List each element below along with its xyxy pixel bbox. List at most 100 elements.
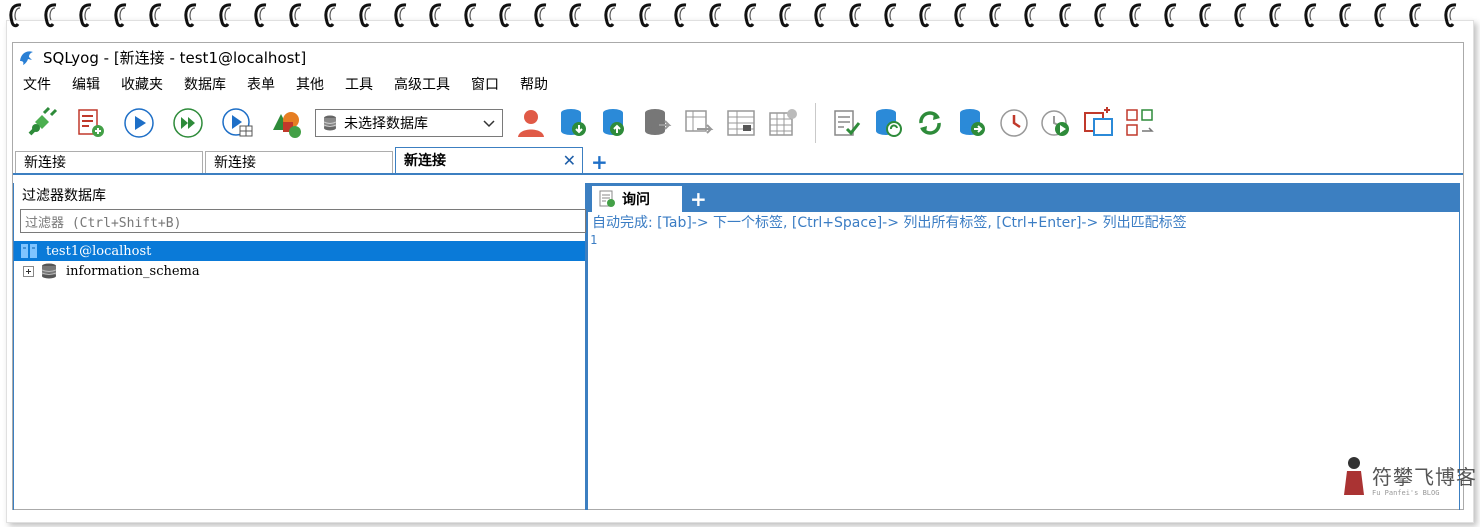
toolbar: 未选择数据库 — [13, 97, 1463, 149]
table-grid-icon — [727, 110, 755, 136]
close-icon[interactable]: ✕ — [563, 148, 576, 174]
database-select[interactable]: 未选择数据库 — [315, 109, 503, 137]
add-query-tab-icon[interactable]: + — [690, 186, 707, 212]
menu-advanced-tools[interactable]: 高级工具 — [394, 74, 450, 94]
spiral-ring-icon — [630, 0, 665, 34]
spiral-ring-icon — [1015, 0, 1050, 34]
execute-all-queries-button[interactable] — [166, 101, 210, 145]
database-sync-icon — [876, 109, 902, 137]
tree-item-label: test1@localhost — [46, 243, 152, 259]
spiral-ring-icon — [385, 0, 420, 34]
table-data-button[interactable] — [721, 101, 761, 145]
execute-query-button[interactable] — [117, 101, 161, 145]
spiral-ring-icon — [105, 0, 140, 34]
spiral-ring-icon — [1085, 0, 1120, 34]
screenshot-page: SQLyog - [新连接 - test1@localhost] 文件 编辑 收… — [0, 0, 1480, 527]
spiral-ring-icon — [525, 0, 560, 34]
refresh-button[interactable] — [910, 101, 950, 145]
execute-and-edit-button[interactable] — [215, 101, 259, 145]
database-select-value: 未选择数据库 — [344, 116, 428, 132]
spiral-ring-icon — [0, 0, 35, 34]
spiral-ring-icon — [1295, 0, 1330, 34]
compare-icon — [1126, 109, 1154, 136]
spiral-ring-icon — [1050, 0, 1085, 34]
tree-item-connection[interactable]: test1@localhost — [14, 241, 585, 261]
scheduled-jobs-button[interactable] — [994, 101, 1034, 145]
menu-favorites[interactable]: 收藏夹 — [121, 74, 163, 94]
query-document-icon — [599, 190, 615, 207]
filter-placeholder: 过滤器 (Ctrl+Shift+B) — [25, 215, 182, 231]
table-export-icon — [685, 110, 714, 134]
clock-icon — [1000, 109, 1028, 137]
spiral-ring-icon — [1365, 0, 1400, 34]
menu-database[interactable]: 数据库 — [184, 74, 226, 94]
spiral-ring-icon — [875, 0, 910, 34]
restore-database-button[interactable] — [595, 101, 635, 145]
menu-edit[interactable]: 编辑 — [72, 74, 100, 94]
spiral-ring-icon — [980, 0, 1015, 34]
document-check-icon — [834, 110, 861, 136]
spiral-ring-icon — [35, 0, 70, 34]
filter-databases-input[interactable]: 过滤器 (Ctrl+Shift+B) — [20, 209, 586, 233]
spiral-ring-icon — [1190, 0, 1225, 34]
table-diagnostics-button[interactable] — [763, 101, 803, 145]
editor-line-number: 1 — [590, 233, 598, 247]
schema-designer-button[interactable] — [264, 101, 308, 145]
spiral-ring-icon — [1120, 0, 1155, 34]
menu-tools[interactable]: 工具 — [345, 74, 373, 94]
spiral-ring-icon — [700, 0, 735, 34]
menu-help[interactable]: 帮助 — [520, 74, 548, 94]
user-icon — [518, 110, 544, 137]
connection-tab-3-active[interactable]: 新连接 ✕ — [395, 147, 583, 173]
spiral-ring-icon — [560, 0, 595, 34]
menu-window[interactable]: 窗口 — [471, 74, 499, 94]
spiral-ring-icon — [175, 0, 210, 34]
spiral-ring-icon — [945, 0, 980, 34]
object-browser: 过滤器数据库 过滤器 (Ctrl+Shift+B) test1@localhos… — [13, 183, 588, 510]
watermark-subtitle: Fu Panfei's BLOG — [1372, 489, 1440, 497]
schema-sync-button[interactable] — [1120, 101, 1160, 145]
database-import-icon — [960, 109, 985, 136]
spiral-ring-icon — [1400, 0, 1435, 34]
play-icon — [124, 108, 154, 138]
query-tab[interactable]: 询问 — [592, 186, 682, 212]
add-connection-tab-icon[interactable]: + — [591, 151, 608, 173]
spiral-ring-icon — [140, 0, 175, 34]
connection-tab-label: 新连接 — [404, 153, 446, 169]
new-query-editor-button[interactable] — [68, 101, 112, 145]
window-layout-button[interactable] — [1078, 101, 1118, 145]
spiral-ring-icon — [735, 0, 770, 34]
fast-forward-icon — [173, 108, 203, 138]
connection-tab-label: 新连接 — [214, 155, 256, 171]
toolbar-separator — [815, 103, 816, 143]
schedule-execute-button[interactable] — [1036, 101, 1076, 145]
dolphin-logo-icon — [20, 51, 33, 65]
spiral-ring-icon — [490, 0, 525, 34]
connection-tab-1[interactable]: 新连接 — [15, 151, 203, 173]
backup-database-button[interactable] — [553, 101, 593, 145]
plug-connect-icon — [28, 106, 58, 136]
menu-other[interactable]: 其他 — [296, 74, 324, 94]
play-grid-icon — [222, 108, 253, 137]
database-tree: test1@localhost information_schema — [14, 241, 585, 281]
menu-file[interactable]: 文件 — [23, 74, 51, 94]
girl-figure-icon — [1344, 457, 1364, 495]
spiral-ring-icon — [245, 0, 280, 34]
query-tab-label: 询问 — [622, 192, 650, 208]
query-builder-button[interactable] — [826, 101, 866, 145]
new-connection-button[interactable] — [19, 101, 63, 145]
spiral-ring-icon — [805, 0, 840, 34]
copy-database-button[interactable] — [637, 101, 677, 145]
spiral-ring-icon — [1260, 0, 1295, 34]
menu-table[interactable]: 表单 — [247, 74, 275, 94]
tree-item-database[interactable]: information_schema — [14, 261, 585, 281]
user-manager-button[interactable] — [511, 101, 551, 145]
expand-plus-icon[interactable] — [23, 265, 34, 277]
import-database-button[interactable] — [952, 101, 992, 145]
export-table-button[interactable] — [679, 101, 719, 145]
database-sync-button[interactable] — [868, 101, 908, 145]
spiral-ring-icon — [70, 0, 105, 34]
database-upload-icon — [603, 109, 624, 136]
connection-tab-2[interactable]: 新连接 — [205, 151, 393, 173]
chevron-down-icon — [483, 120, 495, 128]
